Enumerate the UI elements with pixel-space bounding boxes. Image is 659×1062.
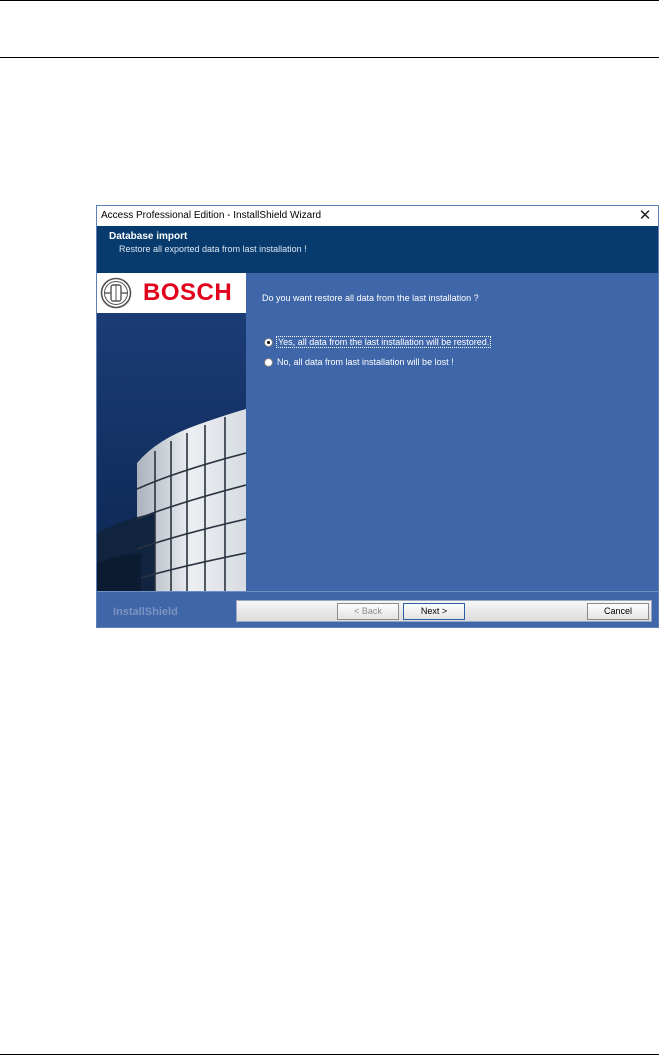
title-bar: Access Professional Edition - InstallShi… — [97, 206, 658, 226]
installshield-brand: InstallShield — [113, 606, 178, 618]
content-area: Do you want restore all data from the la… — [246, 273, 658, 591]
button-strip: < Back Next > Cancel — [236, 600, 652, 622]
next-button[interactable]: Next > — [403, 603, 465, 620]
wizard-header: Database import Restore all exported dat… — [97, 226, 658, 273]
back-button[interactable]: < Back — [337, 603, 399, 620]
restore-no-label[interactable]: No, all data from last installation will… — [276, 357, 455, 367]
close-icon[interactable]: ✕ — [636, 207, 654, 225]
restore-no-option[interactable]: No, all data from last installation will… — [264, 357, 455, 367]
restore-question: Do you want restore all data from the la… — [262, 293, 479, 303]
bosch-logo-bar: BOSCH — [97, 273, 246, 314]
bosch-logo-text: BOSCH — [143, 279, 233, 306]
bottom-rule — [0, 1054, 659, 1055]
step-title: Database import — [109, 231, 188, 242]
cancel-button[interactable]: Cancel — [587, 603, 649, 620]
building-photo — [97, 313, 246, 591]
brand-side-panel: BOSCH — [97, 273, 246, 591]
top-rule — [0, 0, 659, 1]
installer-window: Access Professional Edition - InstallShi… — [96, 205, 659, 628]
window-title: Access Professional Edition - InstallShi… — [101, 210, 322, 221]
wizard-footer: InstallShield < Back Next > Cancel — [97, 591, 658, 627]
radio-checked-icon[interactable] — [264, 337, 273, 347]
radio-unchecked-icon[interactable] — [264, 357, 273, 367]
restore-yes-option[interactable]: Yes, all data from the last installation… — [264, 336, 492, 348]
restore-yes-label[interactable]: Yes, all data from the last installation… — [276, 336, 492, 348]
bosch-armature-icon — [100, 277, 132, 309]
header-rule — [0, 57, 659, 58]
step-subtitle: Restore all exported data from last inst… — [119, 244, 307, 254]
